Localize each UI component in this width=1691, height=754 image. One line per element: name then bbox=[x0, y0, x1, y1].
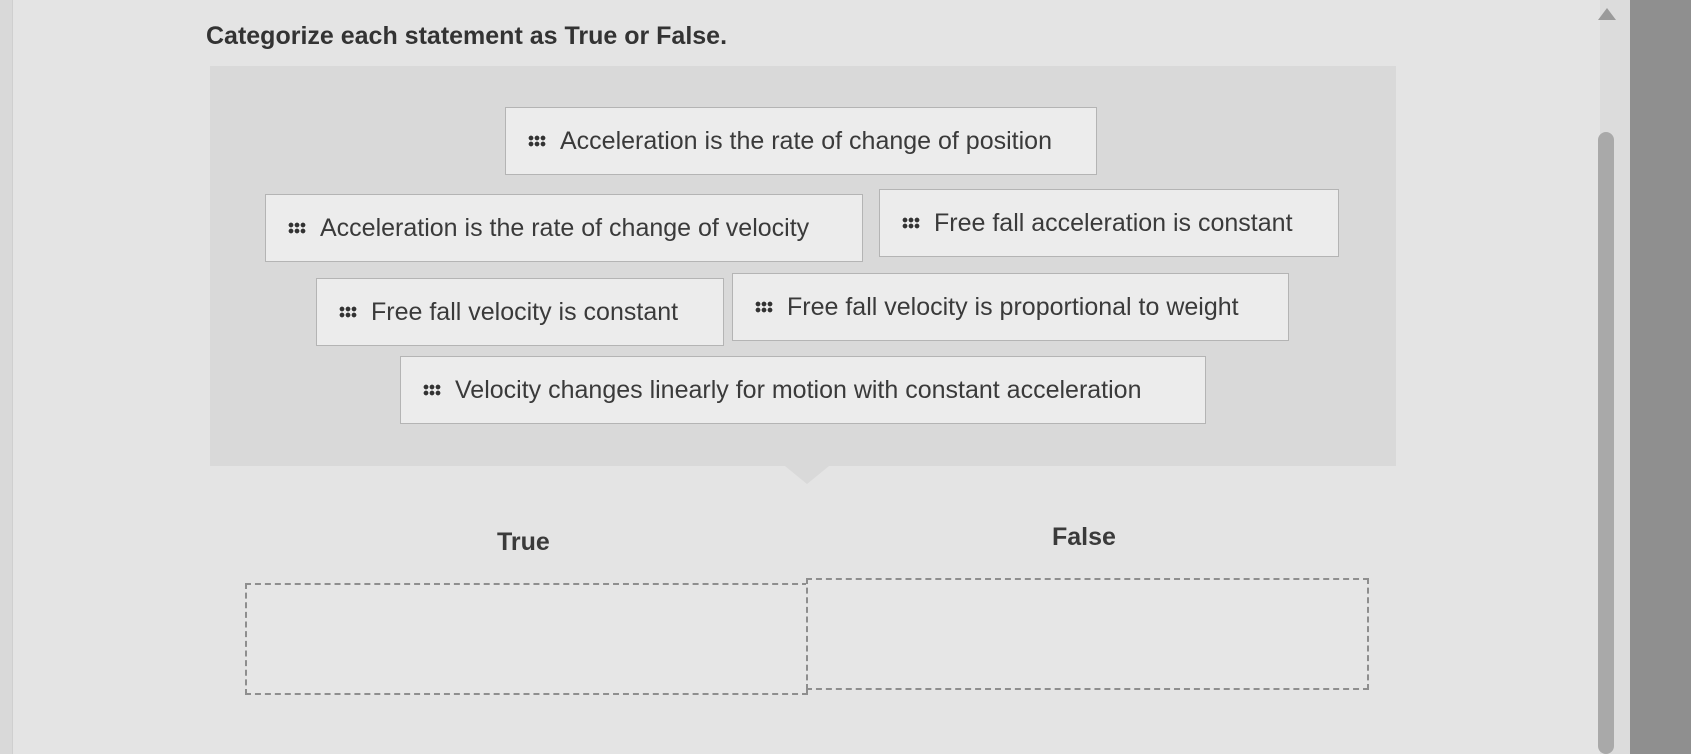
statement-text: Acceleration is the rate of change of ve… bbox=[320, 213, 810, 242]
true-dropzone[interactable] bbox=[245, 583, 808, 695]
question-title: Categorize each statement as True or Fal… bbox=[206, 22, 728, 50]
drag-handle-icon[interactable] bbox=[423, 384, 441, 396]
statement-chip[interactable]: Acceleration is the rate of change of ve… bbox=[265, 194, 863, 262]
statement-text: Free fall velocity is constant bbox=[371, 297, 679, 326]
false-category-label: False bbox=[1052, 523, 1116, 551]
statement-bank[interactable]: Acceleration is the rate of change of po… bbox=[210, 66, 1396, 466]
drag-handle-icon[interactable] bbox=[755, 301, 773, 313]
scroll-up-arrow-icon[interactable] bbox=[1598, 8, 1616, 20]
left-window-edge bbox=[0, 0, 13, 754]
statement-chip[interactable]: Velocity changes linearly for motion wit… bbox=[400, 356, 1206, 424]
drag-handle-icon[interactable] bbox=[902, 217, 920, 229]
statement-text: Acceleration is the rate of change of po… bbox=[560, 126, 1052, 155]
bank-pointer bbox=[785, 466, 829, 484]
scrollbar-thumb[interactable] bbox=[1598, 132, 1614, 754]
false-dropzone[interactable] bbox=[806, 578, 1369, 690]
statement-text: Free fall acceleration is constant bbox=[934, 208, 1293, 237]
drag-handle-icon[interactable] bbox=[288, 222, 306, 234]
statement-text: Free fall velocity is proportional to we… bbox=[787, 292, 1239, 321]
statement-chip[interactable]: Free fall acceleration is constant bbox=[879, 189, 1339, 257]
true-category-label: True bbox=[497, 528, 550, 556]
statement-chip[interactable]: Free fall velocity is proportional to we… bbox=[732, 273, 1289, 341]
statement-text: Velocity changes linearly for motion wit… bbox=[455, 375, 1142, 404]
drag-handle-icon[interactable] bbox=[528, 135, 546, 147]
statement-chip[interactable]: Acceleration is the rate of change of po… bbox=[505, 107, 1097, 175]
statement-chip[interactable]: Free fall velocity is constant bbox=[316, 278, 724, 346]
right-window-edge bbox=[1630, 0, 1691, 754]
drag-handle-icon[interactable] bbox=[339, 306, 357, 318]
